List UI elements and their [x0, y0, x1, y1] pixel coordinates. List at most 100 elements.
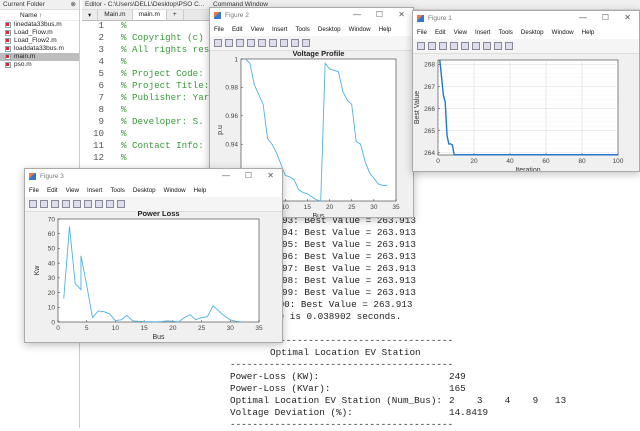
result-label: Voltage Deviation (%):: [230, 407, 353, 419]
file-item[interactable]: loaddata33bus.m: [0, 45, 79, 53]
code-line: 4%: [82, 56, 212, 68]
x-tick-label: 30: [370, 204, 378, 211]
y-tick-label: 267: [424, 84, 435, 91]
x-tick-label: 35: [255, 325, 263, 332]
result-value: 249: [449, 371, 466, 383]
y-tick-label: 30: [48, 275, 56, 282]
x-tick-label: 0: [436, 158, 440, 165]
iteration-line: 100: Best Value = 263.913: [273, 299, 412, 311]
code-line: 9 % Developer: S.: [82, 116, 212, 128]
x-tick-label: 35: [392, 204, 400, 211]
y-tick-label: 0.96: [225, 113, 238, 120]
x-tick-label: 5: [85, 325, 89, 332]
code-text: %: [121, 20, 127, 32]
y-tick-label: 10: [48, 305, 56, 312]
file-item[interactable]: Load_Flow.m: [0, 29, 79, 37]
result-label: Optimal Location EV Station (Num_Bus):: [230, 395, 442, 407]
m-file-icon: [5, 38, 11, 44]
name-column-header[interactable]: Name ↑: [0, 12, 79, 21]
line-number: 10: [82, 128, 104, 140]
x-tick-label: 15: [304, 204, 312, 211]
y-tick-label: 266: [424, 106, 435, 113]
iteration-line: me is 0.038902 seconds.: [273, 311, 401, 323]
code-text: % All rights rese: [121, 44, 212, 56]
x-tick-label: 0: [56, 325, 60, 332]
y-tick-label: 20: [48, 290, 56, 297]
y-tick-label: 70: [48, 216, 56, 223]
x-tick-label: 30: [227, 325, 235, 332]
code-area[interactable]: 1%2% Copyright (c)3% All rights rese4%5%…: [82, 20, 212, 164]
file-name: pso.m: [14, 61, 32, 68]
line-number: 11: [82, 140, 104, 152]
code-text: % Contact Info:: [121, 140, 204, 152]
x-tick-label: 15: [141, 325, 149, 332]
code-text: % Developer: S.: [121, 116, 204, 128]
iteration-line: 99: Best Value = 263.913: [282, 287, 416, 299]
x-axis-label: Bus: [152, 334, 165, 341]
m-file-icon: [5, 30, 11, 36]
code-text: % Project Title:: [121, 80, 209, 92]
iteration-line: 97: Best Value = 263.913: [282, 263, 416, 275]
line-number: 3: [82, 44, 104, 56]
result-value: 2 3 4 9 13: [449, 395, 566, 407]
line-number: 9: [82, 116, 104, 128]
x-tick-label: 20: [169, 325, 177, 332]
code-line: 3 % All rights rese: [82, 44, 212, 56]
chart-fig1: 020406080100264265266267268IterationBest…: [413, 11, 639, 171]
iteration-line: 98: Best Value = 263.913: [282, 275, 416, 287]
y-tick-label: 0.98: [225, 85, 238, 92]
line-number: 12: [82, 152, 104, 164]
code-line: 10%: [82, 128, 212, 140]
line-number: 5: [82, 68, 104, 80]
y-tick-label: 268: [424, 62, 435, 69]
file-item[interactable]: Load_Flow2.m: [0, 37, 79, 45]
result-value: 165: [449, 383, 466, 395]
code-text: %: [121, 56, 127, 68]
file-name: main.m: [14, 53, 35, 60]
code-line: 7% Publisher: Yar: [82, 92, 212, 104]
x-tick-label: 25: [348, 204, 356, 211]
x-tick-label: 20: [326, 204, 334, 211]
code-text: %: [121, 104, 127, 116]
x-tick-label: 60: [542, 158, 550, 165]
m-file-icon: [5, 62, 11, 68]
file-item[interactable]: pso.m: [0, 61, 79, 69]
section-title: Optimal Location EV Station: [270, 347, 421, 359]
file-item[interactable]: linedata33bus.m: [0, 21, 79, 29]
y-tick-label: 40: [48, 260, 56, 267]
y-axis-label: Best Value: [414, 91, 421, 124]
line-number: 7: [82, 92, 104, 104]
file-name: linedata33bus.m: [14, 21, 62, 28]
line-number: 1: [82, 20, 104, 32]
iteration-line: 94: Best Value = 263.913: [282, 227, 416, 239]
file-item[interactable]: main.m: [0, 53, 79, 61]
new-tab-button[interactable]: +: [167, 10, 184, 20]
line-number: 6: [82, 80, 104, 92]
x-axis-label: Iteration: [515, 167, 540, 171]
iteration-line: 95: Best Value = 263.913: [282, 239, 416, 251]
code-line: 12%: [82, 152, 212, 164]
axes-box: [438, 60, 618, 155]
code-line: 6 % Project Title:: [82, 80, 212, 92]
m-file-icon: [5, 46, 11, 52]
code-text: %: [121, 152, 127, 164]
result-label: Power-Loss (KVar):: [230, 383, 330, 395]
m-file-icon: [5, 22, 11, 28]
code-line: 5% Project Code:: [82, 68, 212, 80]
x-tick-label: 80: [578, 158, 586, 165]
tab-Main-m[interactable]: Main.m: [98, 10, 132, 20]
line-number: 4: [82, 56, 104, 68]
figure-3-window[interactable]: Figure 3 —☐✕FileEditViewInsertToolsDeskt…: [24, 168, 283, 343]
chart-title: Voltage Profile: [293, 49, 345, 58]
y-tick-label: 0.94: [225, 142, 238, 149]
panel-menu-icon[interactable]: ⊗: [71, 0, 76, 8]
tab-main-m[interactable]: main.m: [133, 10, 167, 20]
code-line: 2% Copyright (c): [82, 32, 212, 44]
line-number: 8: [82, 104, 104, 116]
figure-1-window[interactable]: Figure 1 —☐✕FileEditViewInsertToolsDeskt…: [412, 10, 640, 172]
line-number: 2: [82, 32, 104, 44]
axes-box: [58, 219, 259, 322]
tab-overflow[interactable]: ▾: [82, 10, 98, 20]
y-axis-label: p.u: [217, 125, 224, 135]
y-tick-label: 50: [48, 246, 56, 253]
